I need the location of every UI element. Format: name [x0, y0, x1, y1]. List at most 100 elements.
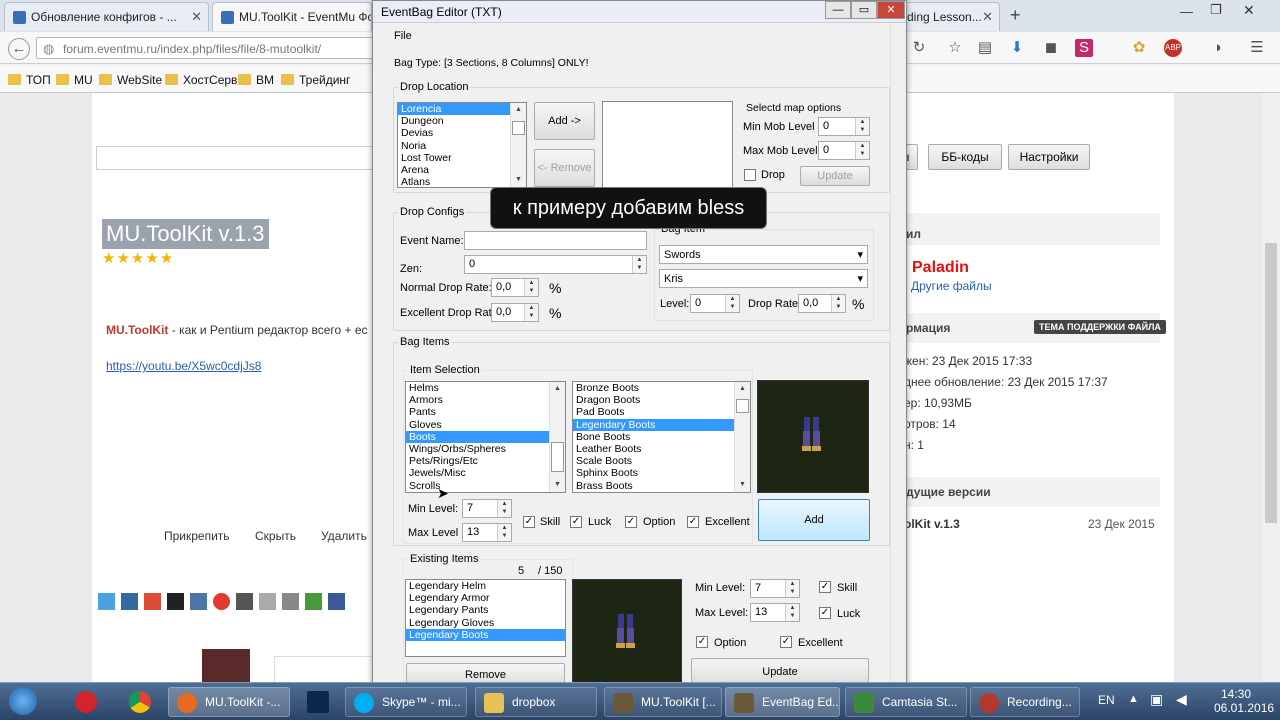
taskbar-item-mutoolkit[interactable]: MU.ToolKit [... [604, 687, 722, 717]
scrollbar-thumb[interactable] [736, 399, 749, 413]
delicious-icon[interactable] [167, 593, 184, 610]
menu-icon[interactable]: ☰ [1248, 39, 1266, 57]
pocket-icon[interactable]: ◼ [1042, 39, 1060, 57]
event-name-field[interactable] [464, 231, 647, 250]
spinner-icon[interactable]: ▲ ▼ [725, 295, 739, 312]
map-list[interactable]: Lorencia Dungeon Devias Noria Lost Tower… [397, 102, 527, 188]
list-item[interactable]: Devias [398, 127, 526, 139]
list-item[interactable]: Pets/Rings/Etc [406, 455, 565, 467]
list-item[interactable]: Legendary Gloves [406, 617, 565, 629]
category-select[interactable]: Swords [659, 245, 868, 264]
browser-tab-3[interactable]: ding Lesson... ✕ [900, 2, 1000, 31]
spinner-icon[interactable]: ▲ ▼ [632, 256, 646, 273]
min-mob-field[interactable]: 0 ▲ ▼ [818, 117, 870, 136]
spinner-icon[interactable]: ▲ ▼ [524, 304, 538, 321]
bookmark-folder[interactable]: WebSite [99, 73, 162, 87]
browser-tab-1[interactable]: Обновление конфигов - ... ✕ [4, 2, 209, 31]
restore-icon[interactable]: ❐ [1210, 2, 1222, 18]
level-field[interactable]: 0 ▲ ▼ [690, 294, 740, 313]
selected-maps-list[interactable] [602, 101, 733, 189]
spinner-icon[interactable]: ▲ ▼ [497, 500, 511, 517]
extension-lock-icon[interactable]: ✿ [1130, 39, 1148, 57]
volume-icon[interactable]: ◀ [1176, 691, 1187, 708]
existing-option-checkbox[interactable]: ✓ [696, 636, 708, 648]
drop-rate-field[interactable]: 0,0 ▲ ▼ [798, 294, 846, 313]
video-link[interactable]: https://youtu.be/X5wc0cdjJs8 [106, 359, 261, 373]
scroll-up-icon[interactable]: ▲ [550, 382, 565, 396]
new-tab-icon[interactable]: + [1010, 5, 1021, 26]
bookmark-folder[interactable]: ХостСерв [165, 73, 237, 87]
zen-field[interactable]: 0 ▲ ▼ [464, 255, 647, 274]
scrollbar[interactable]: ▲ ▼ [549, 382, 565, 492]
network-icon[interactable]: ▣ [1150, 691, 1163, 708]
spinner-icon[interactable]: ▲ ▼ [855, 142, 869, 159]
delete-button[interactable]: Удалить [321, 529, 367, 543]
author-name[interactable]: Paladin [912, 259, 969, 277]
scrollbar-thumb[interactable] [551, 442, 564, 472]
existing-luck-checkbox[interactable]: ✓ [819, 607, 831, 619]
list-item[interactable]: Jewels/Misc [406, 467, 565, 479]
taskbar-item-recording[interactable]: Recording... [970, 687, 1080, 717]
list-item[interactable]: Lost Tower [398, 152, 526, 164]
opera-pin[interactable] [68, 687, 102, 717]
editor-input[interactable] [96, 146, 376, 170]
close-icon[interactable]: ✕ [1243, 2, 1255, 19]
taskbar-item-dropbox[interactable]: dropbox [475, 687, 597, 717]
download-icon[interactable]: ⬇ [1008, 39, 1026, 57]
maximize-icon[interactable]: ▭ [851, 1, 877, 19]
item-select[interactable]: Kris [659, 269, 868, 288]
bbcode-button[interactable]: ББ-коды [928, 144, 1002, 170]
bookmark-folder[interactable]: ТОП [8, 73, 51, 87]
list-item[interactable]: Bone Boots [573, 431, 750, 443]
reload-icon[interactable]: ↻ [910, 39, 928, 57]
existing-max-level-field[interactable]: 13 ▲ ▼ [750, 603, 800, 622]
address-bar[interactable]: ◍ forum.eventmu.ru/index.php/files/file/… [36, 37, 376, 59]
list-item[interactable]: Helms [406, 382, 565, 394]
list-item[interactable]: Legendary Helm [406, 580, 565, 592]
google-plus-icon[interactable] [144, 593, 161, 610]
existing-skill-checkbox[interactable]: ✓ [819, 581, 831, 593]
spinner-icon[interactable]: ▲ ▼ [497, 524, 511, 541]
spinner-icon[interactable]: ▲ ▼ [831, 295, 845, 312]
taskbar-item-eventbag[interactable]: EventBag Ed... [725, 687, 840, 717]
skill-checkbox[interactable]: ✓ [523, 516, 535, 528]
close-tab-icon[interactable]: ✕ [982, 9, 993, 25]
print-icon[interactable] [282, 593, 299, 610]
minimize-icon[interactable]: — [1180, 4, 1193, 19]
settings-button[interactable]: Настройки [1008, 144, 1090, 170]
photoshop-pin[interactable] [300, 687, 334, 717]
min-level-field[interactable]: 7 ▲ ▼ [462, 499, 512, 518]
twitter-icon[interactable] [98, 593, 115, 610]
list-item[interactable]: Armors [406, 394, 565, 406]
list-item[interactable]: Sphinx Boots [573, 467, 750, 479]
excellent-rate-field[interactable]: 0,0 ▲ ▼ [491, 303, 539, 322]
list-item[interactable]: Lorencia [398, 103, 526, 116]
list-item[interactable]: Scale Boots [573, 455, 750, 467]
option-checkbox[interactable]: ✓ [625, 516, 637, 528]
list-item[interactable]: Bronze Boots [573, 382, 750, 394]
spinner-icon[interactable]: ▲ ▼ [524, 279, 538, 296]
existing-items-list[interactable]: Legendary Helm Legendary Armor Legendary… [405, 579, 566, 657]
share-icon[interactable] [213, 593, 230, 610]
clock[interactable]: 14:30 06.01.2016 [1214, 687, 1274, 715]
vk-icon[interactable] [190, 593, 207, 610]
spinner-icon[interactable]: ▲ ▼ [785, 604, 799, 621]
scroll-down-icon[interactable]: ▼ [550, 478, 565, 492]
rating-stars-icon[interactable]: ★★★★★ [102, 249, 174, 267]
taskbar-item-skype[interactable]: Skype™ - mi... [345, 687, 467, 717]
scroll-up-icon[interactable]: ▲ [511, 103, 526, 117]
taskbar-item-camtasia[interactable]: Camtasia St... [845, 687, 967, 717]
scroll-down-icon[interactable]: ▼ [511, 173, 526, 187]
list-item[interactable]: Scrolls [406, 480, 565, 492]
bookmark-folder[interactable]: Трейдинг [281, 73, 350, 87]
list-item[interactable]: Dragon Boots [573, 394, 750, 406]
list-item[interactable]: Legendary Boots [406, 628, 565, 641]
list-item[interactable]: Noria [398, 140, 526, 152]
list-item[interactable]: Arena [398, 164, 526, 176]
luck-checkbox[interactable]: ✓ [570, 516, 582, 528]
list-item[interactable]: Dungeon [398, 115, 526, 127]
prev-version-name[interactable]: olKit v.1.3 [904, 517, 960, 531]
tray-arrow-icon[interactable]: ▲ [1128, 693, 1139, 705]
browser-tab-2[interactable]: MU.ToolKit - EventMu Фо [212, 2, 372, 31]
list-item[interactable]: Pants [406, 406, 565, 418]
